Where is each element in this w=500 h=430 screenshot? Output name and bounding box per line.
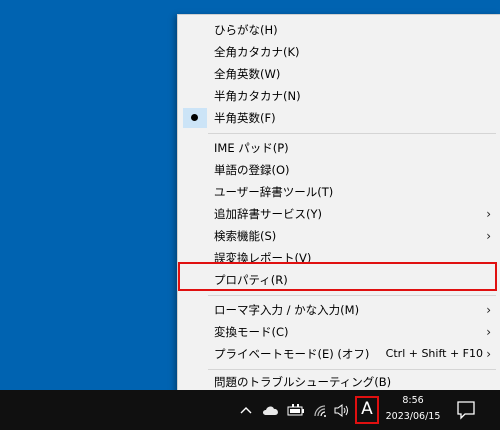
taskbar-clock[interactable]: 8:56 2023/06/15 [385, 393, 441, 425]
menu-separator [208, 133, 496, 134]
menu-item-properties[interactable]: プロパティ(R) [179, 269, 497, 291]
menu-item-additional-dictionary[interactable]: 追加辞書サービス(Y) › [179, 203, 497, 225]
menu-separator [208, 369, 496, 370]
menu-item-romaji-kana-input[interactable]: ローマ字入力 / かな入力(M) › [179, 299, 497, 321]
chevron-right-icon: › [486, 229, 491, 243]
clock-date: 2023/06/15 [385, 411, 441, 422]
chevron-right-icon: › [486, 347, 491, 361]
speaker-icon[interactable] [333, 402, 351, 418]
chevron-up-icon[interactable] [238, 402, 254, 418]
chevron-right-icon: › [486, 325, 491, 339]
notification-icon[interactable] [456, 400, 476, 420]
menu-item-misconversion-report[interactable]: 誤変換レポート(V) [179, 247, 497, 269]
chevron-right-icon: › [486, 207, 491, 221]
menu-item-zenkaku-katakana[interactable]: 全角カタカナ(K) [179, 41, 497, 63]
clock-time: 8:56 [402, 395, 424, 406]
battery-icon[interactable] [286, 402, 306, 418]
chevron-right-icon: › [486, 303, 491, 317]
wifi-icon[interactable] [312, 402, 330, 418]
radio-dot-icon [191, 114, 198, 121]
menu-item-user-dictionary-tool[interactable]: ユーザー辞書ツール(T) [179, 181, 497, 203]
menu-separator [208, 295, 496, 296]
menu-item-private-mode[interactable]: プライベートモード(E) (オフ) Ctrl + Shift + F10 › [179, 343, 497, 365]
cloud-icon[interactable] [261, 402, 281, 418]
menu-item-hiragana[interactable]: ひらがな(H) [179, 19, 497, 41]
shortcut-label: Ctrl + Shift + F10 [385, 347, 483, 360]
menu-item-ime-pad[interactable]: IME パッド(P) [179, 137, 497, 159]
menu-item-hankaku-eisu[interactable]: 半角英数(F) [179, 107, 497, 129]
ime-mode-indicator[interactable]: A [355, 396, 379, 424]
menu-item-zenkaku-eisu[interactable]: 全角英数(W) [179, 63, 497, 85]
ime-context-menu: ひらがな(H) 全角カタカナ(K) 全角英数(W) 半角カタカナ(N) 半角英数… [177, 14, 500, 395]
menu-item-hankaku-katakana[interactable]: 半角カタカナ(N) [179, 85, 497, 107]
menu-item-word-register[interactable]: 単語の登録(O) [179, 159, 497, 181]
menu-item-search-function[interactable]: 検索機能(S) › [179, 225, 497, 247]
menu-item-conversion-mode[interactable]: 変換モード(C) › [179, 321, 497, 343]
